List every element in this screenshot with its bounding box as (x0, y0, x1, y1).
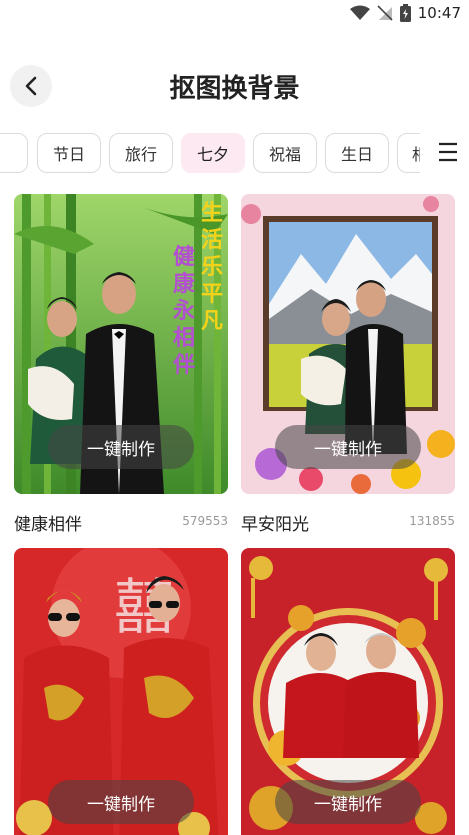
template-count: 131855 (409, 514, 455, 528)
tab-birthday[interactable]: 生日 (325, 133, 389, 173)
tab-travel[interactable]: 旅行 (109, 133, 173, 173)
battery-icon (399, 4, 411, 22)
template-image[interactable]: 囍 一键制作 (14, 548, 228, 835)
template-image[interactable]: 一键制作 (241, 548, 455, 835)
template-card[interactable]: 囍 一键制作 (14, 548, 228, 835)
menu-icon[interactable] (437, 141, 459, 163)
tab-festival[interactable]: 节日 (37, 133, 101, 173)
tab-partial-left[interactable] (0, 133, 28, 173)
template-image[interactable]: 一键制作 (241, 194, 455, 494)
no-signal-icon (377, 5, 393, 21)
tabs-scroll[interactable]: 节日 旅行 七夕 祝福 生日 相 (0, 133, 420, 173)
header: 抠图换背景 (0, 58, 469, 114)
make-button[interactable]: 一键制作 (48, 425, 194, 469)
category-tabs: 节日 旅行 七夕 祝福 生日 相 (0, 133, 469, 173)
tab-qixi[interactable]: 七夕 (181, 133, 245, 173)
template-name: 早安阳光 (241, 515, 309, 535)
make-button[interactable]: 一键制作 (48, 780, 194, 824)
make-button[interactable]: 一键制作 (275, 425, 421, 469)
template-card[interactable]: 一键制作 早安阳光 131855 (241, 194, 455, 535)
wifi-icon (349, 5, 370, 20)
template-count: 579553 (182, 514, 228, 528)
template-image[interactable]: 生活乐平凡 健康永相伴 一键制作 (14, 194, 228, 494)
status-time: 10:47 (417, 4, 461, 22)
template-card[interactable]: 生活乐平凡 健康永相伴 一键制作 健康相伴 579553 (14, 194, 228, 535)
template-card[interactable]: 一键制作 (241, 548, 455, 835)
status-icons: 10:47 (349, 4, 461, 22)
template-name: 健康相伴 (14, 515, 82, 535)
make-button[interactable]: 一键制作 (275, 780, 421, 824)
tab-partial-right[interactable]: 相 (397, 133, 420, 173)
image-caption-yellow: 生活乐平凡 (200, 201, 223, 334)
image-caption-purple: 健康永相伴 (172, 245, 195, 378)
page-title: 抠图换背景 (169, 74, 300, 104)
status-bar: 10:47 (0, 0, 469, 28)
tab-blessing[interactable]: 祝福 (253, 133, 317, 173)
